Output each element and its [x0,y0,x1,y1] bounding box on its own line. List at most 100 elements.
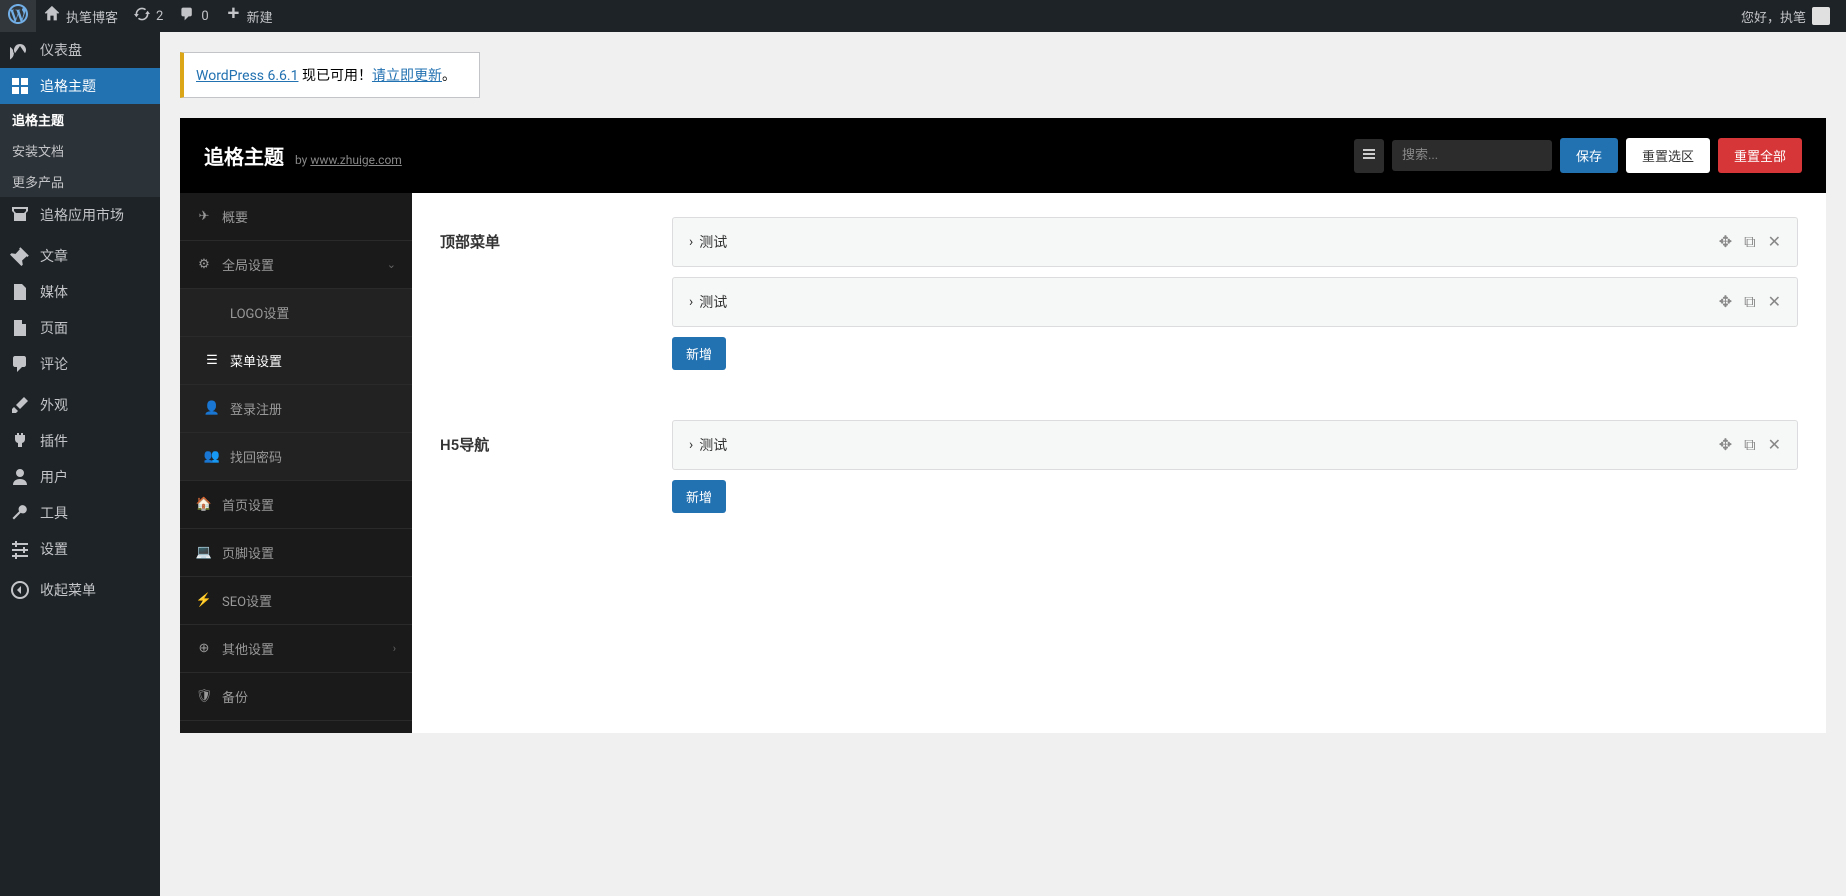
page-icon [10,318,30,338]
new-label: 新建 [247,7,273,26]
plus-icon [225,6,241,26]
submenu-theme[interactable]: 追格主题 [0,104,160,135]
chevron-right-icon: › [689,437,693,453]
close-icon[interactable]: ✕ [1768,435,1781,455]
collapse-icon [10,580,30,600]
repeater-title: 测试 [699,232,727,252]
repeater-title: 测试 [699,435,727,455]
site-link[interactable]: 执笔博客 [36,0,126,32]
toggle-list-icon [1361,146,1377,166]
chevron-right-icon: › [689,234,693,250]
menu-comments[interactable]: 评论 [0,346,160,382]
bolt-icon: ⚡ [196,593,212,608]
field-h5-nav: H5导航 › 测试 ✥ ⧉ ✕ [440,420,1798,513]
field-label-h5-nav: H5导航 [440,420,672,513]
wordpress-icon [8,4,28,28]
nav-footer[interactable]: 💻 页脚设置 [180,529,412,577]
new-content-link[interactable]: 新建 [217,0,281,32]
submenu-zhuige: 追格主题 安装文档 更多产品 [0,104,160,197]
menu-posts[interactable]: 文章 [0,238,160,274]
menu-zhuige-theme[interactable]: 追格主题 [0,68,160,104]
grid-icon [10,76,30,96]
nav-password[interactable]: 👥 找回密码 [180,433,412,481]
rocket-icon: ✈ [196,209,212,224]
copy-icon[interactable]: ⧉ [1744,292,1755,312]
content-area: 顶部菜单 › 测试 ✥ ⧉ ✕ [412,193,1826,733]
menu-pages[interactable]: 页面 [0,310,160,346]
updates-count: 2 [156,9,163,24]
repeater-item[interactable]: › 测试 ✥ ⧉ ✕ [672,420,1798,470]
theme-header: 追格主题 by www.zhuige.com 保存 重置选区 重置全部 [180,118,1826,193]
store-icon [10,205,30,225]
greeting-text: 您好，执笔 [1741,7,1806,26]
dashboard-icon [10,40,30,60]
monitor-icon: 💻 [196,545,212,560]
add-top-menu-button[interactable]: 新增 [672,337,726,370]
repeater-item[interactable]: › 测试 ✥ ⧉ ✕ [672,277,1798,327]
submenu-docs[interactable]: 安装文档 [0,135,160,166]
settings-nav: ✈ 概要 ⚙ 全局设置 ⌄ LOGO设置 ☰ 菜单设置 [180,193,412,733]
updates-link[interactable]: 2 [126,0,171,32]
wrench-icon [10,503,30,523]
move-icon[interactable]: ✥ [1719,292,1732,312]
update-version-link[interactable]: WordPress 6.6.1 [196,68,298,84]
nav-other[interactable]: ⊕ 其他设置 › [180,625,412,673]
repeater-item[interactable]: › 测试 ✥ ⧉ ✕ [672,217,1798,267]
admin-bar: 执笔博客 2 0 新建 您好，执笔 [0,0,1846,32]
media-icon [10,282,30,302]
reset-all-button[interactable]: 重置全部 [1718,138,1802,173]
repeater-title: 测试 [699,292,727,312]
menu-appearance[interactable]: 外观 [0,387,160,423]
nav-logo[interactable]: LOGO设置 [180,289,412,337]
sliders-icon [10,539,30,559]
comments-link[interactable]: 0 [171,0,216,32]
field-label-top-menu: 顶部菜单 [440,217,672,370]
copy-icon[interactable]: ⧉ [1744,435,1755,455]
brush-icon [10,395,30,415]
home-icon [44,6,60,26]
move-icon[interactable]: ✥ [1719,435,1732,455]
menu-tools[interactable]: 工具 [0,495,160,531]
comments-icon [10,354,30,374]
comment-icon [179,6,195,26]
main-content: WordPress 6.6.1 现已可用！请立即更新。 追格主题 by www.… [160,32,1846,896]
theme-panel: 追格主题 by www.zhuige.com 保存 重置选区 重置全部 [180,118,1826,733]
menu-dashboard[interactable]: 仪表盘 [0,32,160,68]
chevron-right-icon: › [393,642,396,655]
menu-settings[interactable]: 设置 [0,531,160,567]
close-icon[interactable]: ✕ [1768,232,1781,252]
save-button[interactable]: 保存 [1560,138,1618,173]
menu-marketplace[interactable]: 追格应用市场 [0,197,160,233]
comments-count: 0 [201,9,208,24]
account-link[interactable]: 您好，执笔 [1733,7,1838,26]
update-now-link[interactable]: 请立即更新 [372,68,442,84]
avatar [1812,7,1830,25]
house-icon: 🏠 [196,497,212,512]
search-input[interactable] [1392,140,1552,171]
toggle-all-button[interactable] [1354,139,1384,173]
field-top-menu: 顶部菜单 › 测试 ✥ ⧉ ✕ [440,217,1798,370]
menu-plugins[interactable]: 插件 [0,423,160,459]
theme-link[interactable]: www.zhuige.com [310,153,402,167]
move-icon[interactable]: ✥ [1719,232,1732,252]
nav-login[interactable]: 👤 登录注册 [180,385,412,433]
close-icon[interactable]: ✕ [1768,292,1781,312]
submenu-more[interactable]: 更多产品 [0,166,160,197]
menu-collapse[interactable]: 收起菜单 [0,572,160,608]
menu-users[interactable]: 用户 [0,459,160,495]
copy-icon[interactable]: ⧉ [1744,232,1755,252]
nav-homepage[interactable]: 🏠 首页设置 [180,481,412,529]
shield-icon: 🛡 [196,689,212,704]
nav-global[interactable]: ⚙ 全局设置 ⌄ [180,241,412,289]
nav-overview[interactable]: ✈ 概要 [180,193,412,241]
menu-media[interactable]: 媒体 [0,274,160,310]
reset-section-button[interactable]: 重置选区 [1626,138,1710,173]
theme-byline: by www.zhuige.com [295,153,402,167]
nav-backup[interactable]: 🛡 备份 [180,673,412,721]
add-h5-nav-button[interactable]: 新增 [672,480,726,513]
nav-menu[interactable]: ☰ 菜单设置 [180,337,412,385]
chevron-right-icon: › [689,294,693,310]
wp-logo[interactable] [0,0,36,32]
user-plus-icon: 👤 [204,401,220,416]
nav-seo[interactable]: ⚡ SEO设置 [180,577,412,625]
